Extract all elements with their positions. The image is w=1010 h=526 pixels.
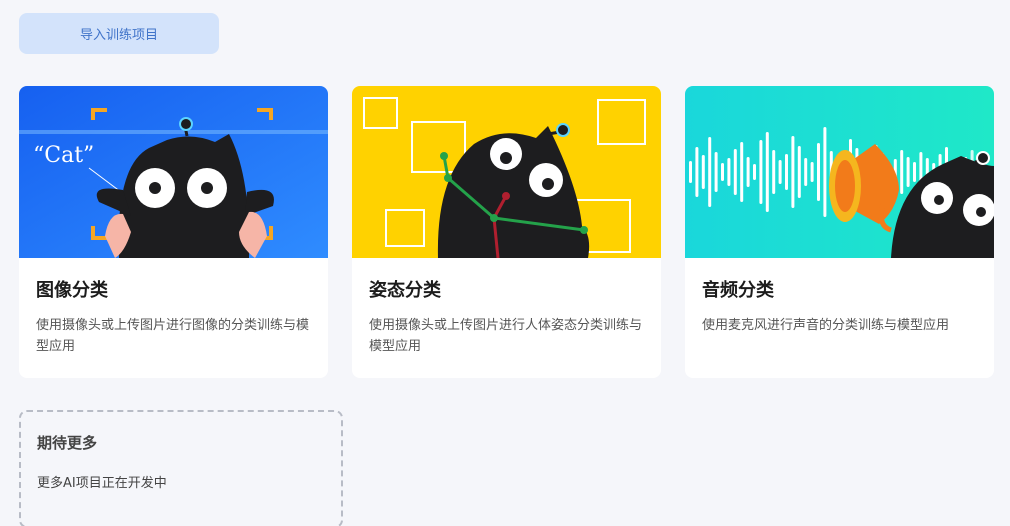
- card-description: 使用麦克风进行声音的分类训练与模型应用: [702, 318, 950, 333]
- image-classification-banner: “Cat”: [19, 86, 328, 258]
- card-title: 音频分类: [702, 280, 774, 301]
- audio-classification-banner: [685, 86, 994, 258]
- card-title: 姿态分类: [369, 280, 441, 301]
- coming-soon-description: 更多AI项目正在开发中: [37, 476, 167, 491]
- card-title: 图像分类: [36, 280, 108, 301]
- coming-soon-title: 期待更多: [37, 434, 98, 452]
- card-audio-classification[interactable]: 音频分类 使用麦克风进行声音的分类训练与模型应用: [685, 86, 994, 378]
- card-image-classification[interactable]: “Cat” 图像分类 使用摄像头或上传图片进行图像的分类训练与模型应用: [19, 86, 328, 378]
- banner-cat-label: “Cat”: [33, 143, 94, 168]
- card-description: 使用摄像头或上传图片进行人体姿态分类训练与模型应用: [369, 318, 643, 354]
- pose-classification-banner: [352, 86, 661, 258]
- coming-soon-card: 期待更多 更多AI项目正在开发中: [19, 410, 343, 526]
- card-description: 使用摄像头或上传图片进行图像的分类训练与模型应用: [36, 318, 310, 354]
- card-pose-classification[interactable]: 姿态分类 使用摄像头或上传图片进行人体姿态分类训练与模型应用: [352, 86, 661, 378]
- import-project-button[interactable]: 导入训练项目: [19, 13, 219, 54]
